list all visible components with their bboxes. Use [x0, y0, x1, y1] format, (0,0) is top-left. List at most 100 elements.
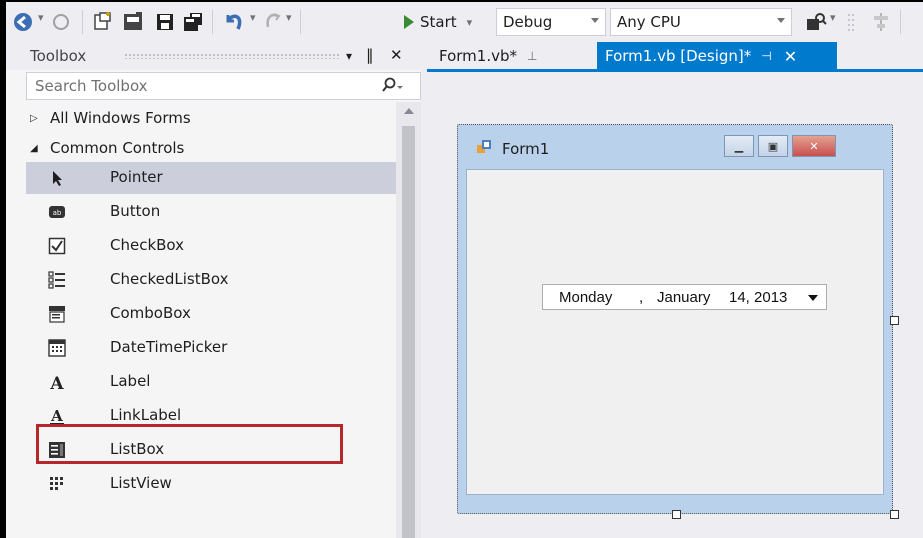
form-icon [476, 139, 494, 159]
toolbar-separator [212, 10, 213, 34]
find-in-files-icon[interactable] [804, 10, 828, 34]
back-dropdown-icon[interactable]: ▾ [38, 11, 44, 24]
toolbox-item-pointer[interactable]: Pointer [26, 162, 396, 194]
panel-grip[interactable] [124, 53, 339, 59]
toolbox-item-label: Button [110, 202, 161, 220]
solution-configuration-select[interactable]: Debug [496, 8, 606, 36]
redo-dropdown-icon[interactable]: ▾ [286, 11, 292, 24]
pointer-icon [48, 169, 66, 187]
toolbox-item-label: LinkLabel [110, 406, 182, 424]
toolbox-item-checkedlistbox[interactable]: CheckedListBox [26, 264, 396, 296]
scrollbar-thumb[interactable] [402, 126, 415, 538]
save-icon[interactable] [154, 10, 176, 34]
start-label: Start [420, 13, 457, 31]
undo-icon[interactable] [222, 10, 246, 34]
form-window-buttons: ▁ ▣ ✕ [724, 135, 836, 157]
toolbox-item-label: ListView [110, 474, 172, 492]
standard-toolbar: ▾ ▾ ▾ Start ▾ Debug Any CPU ▾ [6, 2, 923, 42]
pin-icon[interactable]: ⊣ [761, 49, 771, 63]
form-title-bar: Form1 [476, 139, 549, 159]
close-tab-icon[interactable]: ✕ [784, 47, 797, 66]
open-file-icon[interactable] [122, 10, 146, 34]
tab-label: Form1.vb* [439, 47, 517, 65]
chevron-down-icon[interactable] [808, 295, 818, 301]
svg-text:ab: ab [53, 209, 62, 217]
toolbar-grip-icon [846, 10, 856, 34]
redo-icon[interactable] [262, 10, 284, 34]
toolbox-item-listview[interactable]: ListView [26, 468, 396, 500]
expand-icon[interactable]: ▷ [30, 113, 44, 124]
toolbox-item-datetimepicker[interactable]: DateTimePicker [26, 332, 396, 364]
toolbar-separator [82, 10, 83, 34]
scroll-up-icon[interactable] [404, 108, 414, 114]
play-icon [404, 15, 414, 29]
start-dropdown-icon[interactable]: ▾ [467, 16, 473, 29]
toolbox-item-label: DateTimePicker [110, 338, 228, 356]
group-common-controls[interactable]: ◢ Common Controls [26, 132, 396, 164]
tab-form1-design[interactable]: Form1.vb [Design]* ⊣ ✕ [597, 42, 837, 70]
toolbox-list: ▷ All Windows Forms ◢ Common Controls Po… [26, 102, 396, 538]
close-icon[interactable]: ✕ [792, 135, 836, 157]
undo-dropdown-icon[interactable]: ▾ [250, 11, 256, 24]
pin-icon[interactable]: ‖ [366, 46, 374, 64]
toolbox-item-button[interactable]: ab Button [26, 196, 396, 228]
new-project-icon[interactable] [92, 10, 114, 34]
save-all-icon[interactable] [182, 10, 204, 34]
toolbar-separator [300, 10, 301, 34]
search-toolbox-input[interactable]: Search Toolbox [26, 72, 421, 100]
dtp-day: Monday [559, 288, 613, 306]
toolbar-separator [900, 10, 901, 34]
group-label: All Windows Forms [50, 109, 191, 127]
align-icon[interactable] [870, 10, 892, 34]
group-all-windows-forms[interactable]: ▷ All Windows Forms [26, 102, 396, 134]
tab-label: Form1.vb [Design]* [605, 47, 752, 65]
dtp-date: 14, 2013 [729, 288, 788, 306]
close-icon[interactable]: ✕ [390, 46, 403, 64]
toolbox-title: Toolbox [30, 47, 87, 65]
toolbox-header: Toolbox ▾ ‖ ✕ [6, 42, 421, 70]
datetimepicker-control[interactable]: Monday , January 14, 2013 [542, 284, 827, 310]
form-client-area[interactable]: Monday , January 14, 2013 [466, 169, 884, 495]
linklabel-icon: A [48, 407, 66, 425]
search-icon[interactable] [380, 77, 404, 99]
resize-handle-corner[interactable] [890, 510, 899, 519]
toolbox-item-label: Label [110, 372, 151, 390]
toolbox-item-label: ComboBox [110, 304, 191, 322]
listview-icon [48, 475, 66, 493]
collapse-icon[interactable]: ◢ [30, 143, 44, 154]
designer-surface: Form1 ▁ ▣ ✕ Monday , January 14, 2013 [427, 72, 923, 538]
toolbox-item-label: CheckedListBox [110, 270, 229, 288]
combobox-icon [48, 305, 66, 323]
back-icon[interactable] [12, 10, 34, 34]
toolbox-item-label[interactable]: A Label [26, 366, 396, 398]
resize-handle-right[interactable] [890, 316, 899, 325]
window-position-dropdown-icon[interactable]: ▾ [346, 49, 352, 63]
toolbox-item-combobox[interactable]: ComboBox [26, 298, 396, 330]
chevron-down-icon [777, 18, 785, 23]
chevron-down-icon [591, 18, 599, 23]
dtp-separator: , [639, 288, 644, 306]
toolbox-panel: Toolbox ▾ ‖ ✕ Search Toolbox ▷ All Windo… [6, 42, 421, 538]
resize-handle-bottom[interactable] [672, 510, 681, 519]
svg-text:A: A [50, 407, 63, 425]
start-button[interactable]: Start ▾ [404, 10, 472, 34]
solution-platform-select[interactable]: Any CPU [610, 8, 792, 36]
pin-icon[interactable]: ⊥ [527, 49, 537, 63]
dtp-month: January [657, 288, 711, 306]
toolbox-scrollbar[interactable] [396, 102, 421, 538]
toolbox-item-checkbox[interactable]: CheckBox [26, 230, 396, 262]
datetimepicker-icon [48, 339, 66, 357]
highlight-box [36, 424, 343, 464]
configuration-value: Debug [503, 13, 553, 31]
group-label: Common Controls [50, 139, 185, 157]
forward-icon[interactable] [52, 10, 70, 34]
button-icon: ab [48, 203, 66, 221]
tab-form1-vb[interactable]: Form1.vb* ⊥ [431, 42, 545, 70]
maximize-icon[interactable]: ▣ [758, 135, 788, 157]
toolbar-overflow-icon[interactable]: ▾ [830, 11, 836, 24]
minimize-icon[interactable]: ▁ [724, 135, 754, 157]
label-icon: A [48, 373, 66, 394]
toolbox-item-label: Pointer [110, 168, 163, 186]
document-tabs: Form1.vb* ⊥ Form1.vb [Design]* ⊣ ✕ [427, 42, 923, 70]
form1-window[interactable]: Form1 ▁ ▣ ✕ Monday , January 14, 2013 [457, 124, 893, 514]
